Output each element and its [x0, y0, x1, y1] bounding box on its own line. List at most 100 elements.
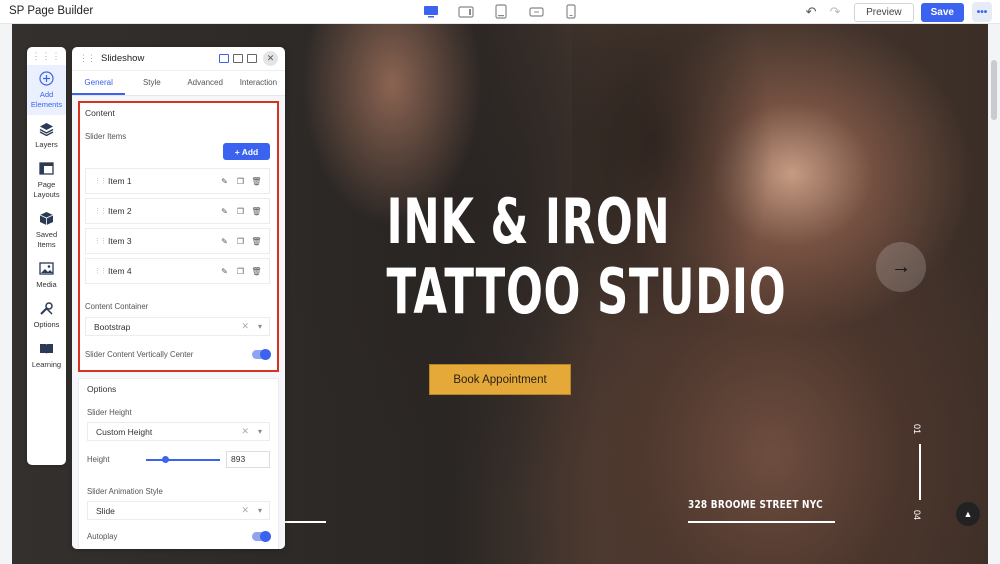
panel-header: ⋮⋮ Slideshow ✕: [72, 47, 285, 71]
tab-advanced[interactable]: Advanced: [179, 71, 232, 95]
trash-icon[interactable]: 🗑: [251, 206, 262, 217]
edit-icon[interactable]: ✎: [219, 176, 230, 187]
sidebar-item-learning[interactable]: Learning: [27, 335, 66, 375]
sidebar-item-label: Media: [36, 280, 57, 289]
mobile-landscape-icon[interactable]: [527, 3, 545, 20]
trash-icon[interactable]: 🗑: [251, 236, 262, 247]
sidebar-item-layers[interactable]: Layers: [27, 115, 66, 155]
slider-items-label: Slider Items: [85, 132, 127, 141]
panel-tabs: General Style Advanced Interaction: [72, 71, 285, 96]
builder-sidebar: ⋮⋮⋮ Add Elements Layers Page Layouts Sav…: [27, 47, 66, 465]
slider-item-name: Item 4: [108, 266, 132, 276]
tab-interaction[interactable]: Interaction: [232, 71, 285, 95]
duplicate-icon[interactable]: ❐: [235, 236, 246, 247]
trash-icon[interactable]: 🗑: [251, 266, 262, 277]
panel-drag-handle[interactable]: ⋮⋮: [79, 53, 96, 64]
slider-item[interactable]: ⋮⋮ Item 3 ✎ ❐ 🗑: [85, 228, 270, 254]
layers-icon: [38, 120, 55, 137]
hero-title: INK & IRON TATTOO STUDIO: [337, 187, 786, 327]
animation-style-select[interactable]: Slide ✕ ▾: [87, 501, 270, 520]
add-item-button[interactable]: + Add: [223, 143, 270, 160]
duplicate-icon[interactable]: ❐: [235, 176, 246, 187]
undo-icon[interactable]: ↶: [802, 3, 820, 21]
slider-height-select[interactable]: Custom Height ✕ ▾: [87, 422, 270, 441]
tab-general[interactable]: General: [72, 71, 126, 95]
save-button[interactable]: Save: [920, 2, 964, 22]
book-icon: [38, 340, 55, 357]
address-underline: [688, 521, 835, 523]
options-section: Options Slider Height Custom Height ✕ ▾ …: [78, 378, 279, 549]
trash-icon[interactable]: 🗑: [251, 176, 262, 187]
panel-body: Content Slider Items + Add ⋮⋮ Item 1 ✎ ❐…: [72, 96, 285, 549]
redo-icon[interactable]: ↷: [826, 3, 844, 21]
close-icon[interactable]: ✕: [263, 51, 278, 66]
address-text: 328 BROOME STREET NYC: [688, 499, 823, 511]
mobile-portrait-icon[interactable]: [562, 3, 580, 20]
slider-item-name: Item 2: [108, 206, 132, 216]
slide-counter-line: [919, 444, 921, 500]
vcenter-label: Slider Content Vertically Center: [85, 350, 194, 359]
scroll-top-icon[interactable]: ▲: [956, 502, 980, 526]
vcenter-toggle[interactable]: [252, 349, 271, 360]
panel-title: Slideshow: [101, 53, 145, 64]
slide-counter-current: 01: [912, 424, 922, 435]
sidebar-item-page-layouts[interactable]: Page Layouts: [27, 155, 66, 205]
image-icon: [38, 260, 55, 277]
sidebar-item-label: Options: [33, 320, 60, 329]
autoplay-label: Autoplay: [87, 532, 118, 541]
content-container-select[interactable]: Bootstrap ✕ ▾: [85, 317, 270, 336]
slider-item[interactable]: ⋮⋮ Item 4 ✎ ❐ 🗑: [85, 258, 270, 284]
drag-handle-icon[interactable]: ⋮⋮: [94, 177, 108, 185]
sidebar-item-label: Page Layouts: [33, 180, 60, 199]
duplicate-icon[interactable]: ❐: [235, 206, 246, 217]
clear-icon[interactable]: ✕: [241, 505, 249, 516]
sidebar-drag-handle[interactable]: ⋮⋮⋮: [27, 47, 66, 65]
chevron-down-icon[interactable]: ▾: [258, 322, 262, 331]
next-slide-arrow-icon[interactable]: →: [876, 242, 926, 292]
drag-handle-icon[interactable]: ⋮⋮: [94, 267, 108, 275]
scrollbar-thumb[interactable]: [991, 60, 997, 120]
edit-icon[interactable]: ✎: [219, 236, 230, 247]
tablet-landscape-icon[interactable]: [457, 3, 475, 20]
edit-icon[interactable]: ✎: [219, 206, 230, 217]
chevron-down-icon[interactable]: ▾: [258, 506, 262, 515]
select-value: Custom Height: [96, 426, 153, 437]
app-title: SP Page Builder: [9, 5, 94, 17]
sidebar-item-media[interactable]: Media: [27, 255, 66, 295]
more-options-button[interactable]: •••: [972, 2, 992, 22]
vcenter-row: Slider Content Vertically Center: [85, 349, 271, 360]
clear-icon[interactable]: ✕: [241, 321, 249, 332]
height-slider-knob[interactable]: [161, 455, 169, 463]
duplicate-icon[interactable]: ❐: [235, 266, 246, 277]
height-row: Height 893: [87, 451, 270, 468]
height-input[interactable]: 893: [226, 451, 270, 468]
sidebar-item-label: Add Elements: [30, 90, 63, 109]
slider-height-label: Slider Height: [87, 408, 132, 417]
sidebar-item-options[interactable]: Options: [27, 295, 66, 335]
tab-style[interactable]: Style: [125, 71, 178, 95]
clear-icon[interactable]: ✕: [241, 426, 249, 437]
drag-handle-icon[interactable]: ⋮⋮: [94, 237, 108, 245]
content-section-title: Content: [85, 108, 115, 118]
edit-icon[interactable]: ✎: [219, 266, 230, 277]
slider-item[interactable]: ⋮⋮ Item 1 ✎ ❐ 🗑: [85, 168, 270, 194]
autoplay-toggle[interactable]: [252, 531, 271, 542]
canvas-scrollbar[interactable]: [988, 24, 1000, 564]
height-slider[interactable]: [145, 455, 220, 463]
dock-right-icon[interactable]: [247, 54, 257, 63]
preview-button[interactable]: Preview: [854, 2, 914, 22]
copy-style-icon[interactable]: [219, 54, 229, 63]
slideshow-settings-panel: ⋮⋮ Slideshow ✕ General Style Advanced In…: [72, 47, 285, 549]
dock-left-icon[interactable]: [233, 54, 243, 63]
desktop-icon[interactable]: [422, 3, 440, 20]
slider-item[interactable]: ⋮⋮ Item 2 ✎ ❐ 🗑: [85, 198, 270, 224]
book-appointment-button[interactable]: Book Appointment: [429, 364, 571, 395]
slider-item-name: Item 1: [108, 176, 132, 186]
sidebar-item-add-elements[interactable]: Add Elements: [27, 65, 66, 115]
drag-handle-icon[interactable]: ⋮⋮: [94, 207, 108, 215]
tools-icon: [38, 300, 55, 317]
sidebar-item-saved-items[interactable]: Saved Items: [27, 205, 66, 255]
chevron-down-icon[interactable]: ▾: [258, 427, 262, 436]
tablet-portrait-icon[interactable]: [492, 3, 510, 20]
slider-item-name: Item 3: [108, 236, 132, 246]
